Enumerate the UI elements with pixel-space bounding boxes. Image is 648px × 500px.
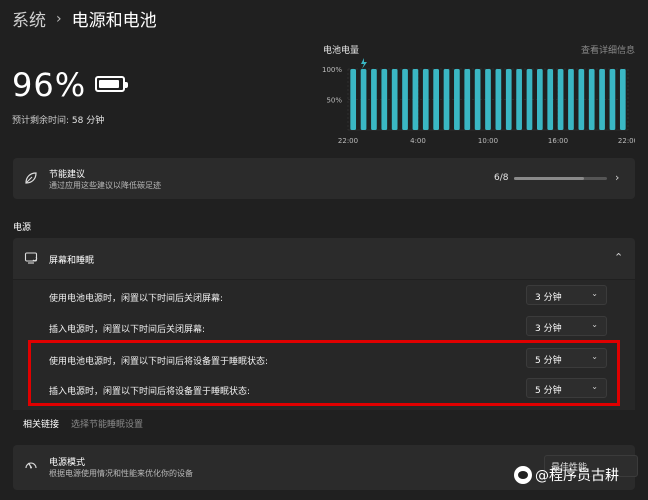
- chart-bar: [495, 69, 502, 130]
- chart-bar: [588, 69, 595, 130]
- battery-percentage: 96%: [12, 66, 87, 104]
- page-title: 电源和电池: [71, 11, 157, 31]
- chart-bar: [474, 69, 481, 130]
- chart-y-tick-label: 100%: [322, 66, 342, 74]
- watermark: @程序员古耕: [514, 465, 619, 485]
- power-mode-icon: [25, 462, 37, 469]
- energy-sleep-settings-link[interactable]: 选择节能睡眠设置: [71, 417, 143, 430]
- highlight-box: [28, 340, 620, 406]
- energy-progress-fill: [514, 177, 584, 180]
- plugged-screen-off-dropdown[interactable]: 3 分钟 ⌄: [526, 316, 607, 336]
- energy-progress-label: 6/8: [494, 173, 509, 183]
- battery-level-chart[interactable]: 100% 50% 22:00 4:00 10:00 16:00 22:00: [320, 55, 635, 150]
- chart-bar: [505, 69, 512, 130]
- chart-bar: [360, 69, 367, 130]
- chart-bar: [391, 69, 398, 130]
- chart-bar: [412, 69, 419, 130]
- chart-bar: [537, 69, 543, 130]
- chevron-up-icon: ⌃: [614, 251, 624, 264]
- chart-y-tick-label: 50%: [326, 97, 342, 105]
- chart-bar: [371, 69, 377, 130]
- remaining-time: 预计剩余时间: 58 分钟: [12, 113, 104, 126]
- breadcrumb-separator-icon: ›: [56, 10, 62, 27]
- watermark-logo-icon: [514, 466, 532, 484]
- screen-sleep-header[interactable]: 屏幕和睡眠 ⌃: [13, 238, 635, 279]
- chevron-down-icon: ⌄: [591, 320, 598, 329]
- energy-recommendations-card[interactable]: 节能建议 通过应用这些建议以降低碳足迹 6/8 ›: [13, 158, 635, 199]
- chart-bar: [526, 69, 533, 130]
- remaining-time-label: 预计剩余时间:: [12, 116, 70, 126]
- screen-sleep-icon: [24, 252, 38, 264]
- power-section-label: 电源: [13, 223, 32, 233]
- energy-card-title: 节能建议: [49, 170, 86, 180]
- watermark-text: @程序员古耕: [535, 468, 619, 484]
- chart-bar: [433, 69, 439, 130]
- leaf-icon: [25, 172, 37, 184]
- screen-sleep-title: 屏幕和睡眠: [49, 256, 95, 266]
- chart-bar: [547, 69, 554, 130]
- energy-card-subtitle: 通过应用这些建议以降低碳足迹: [49, 181, 161, 190]
- chart-bar: [599, 69, 605, 130]
- battery-screen-off-dropdown[interactable]: 3 分钟 ⌄: [526, 285, 607, 305]
- chart-x-tick-label: 22:00: [338, 137, 358, 145]
- chart-bar: [454, 69, 460, 130]
- energy-progress-bar: [514, 177, 607, 180]
- chart-bar: [568, 69, 574, 130]
- chart-bar: [516, 69, 522, 130]
- chart-bar: [619, 69, 626, 130]
- related-links: 相关链接 选择节能睡眠设置: [23, 417, 143, 430]
- chart-x-tick-label: 10:00: [478, 137, 498, 145]
- chart-bar: [485, 69, 491, 130]
- battery-screen-off-value: 3 分钟: [535, 293, 562, 303]
- plugged-screen-off-label: 插入电源时，闲置以下时间后关闭屏幕:: [49, 325, 206, 335]
- chart-bar: [422, 69, 429, 130]
- related-links-label: 相关链接: [23, 420, 60, 430]
- chevron-down-icon: ⌄: [591, 289, 598, 298]
- chart-x-tick-label: 22:00: [618, 137, 635, 145]
- chart-x-tick-label: 4:00: [410, 137, 426, 145]
- chart-bar: [381, 69, 388, 130]
- chart-bar: [350, 69, 357, 130]
- breadcrumb-system-link[interactable]: 系统: [12, 6, 46, 31]
- remaining-time-value: 58 分钟: [71, 116, 105, 126]
- battery-screen-off-label: 使用电池电源时，闲置以下时间后关闭屏幕:: [49, 294, 224, 304]
- chevron-right-icon: ›: [615, 171, 620, 184]
- plugged-screen-off-value: 3 分钟: [535, 324, 562, 334]
- chart-bar: [402, 69, 408, 130]
- chart-x-tick-label: 16:00: [548, 137, 568, 145]
- charging-bolt-icon: [361, 58, 367, 69]
- battery-icon: [95, 76, 128, 92]
- power-mode-subtitle: 根据电源使用情况和性能来优化你的设备: [49, 469, 193, 478]
- chart-bar: [578, 69, 585, 130]
- power-mode-title: 电源模式: [49, 458, 86, 468]
- chart-bar: [443, 69, 450, 130]
- chart-bar: [609, 69, 616, 130]
- chart-bar: [557, 69, 564, 130]
- breadcrumb: 系统 › 电源和电池: [12, 6, 157, 32]
- chart-bar: [464, 69, 471, 130]
